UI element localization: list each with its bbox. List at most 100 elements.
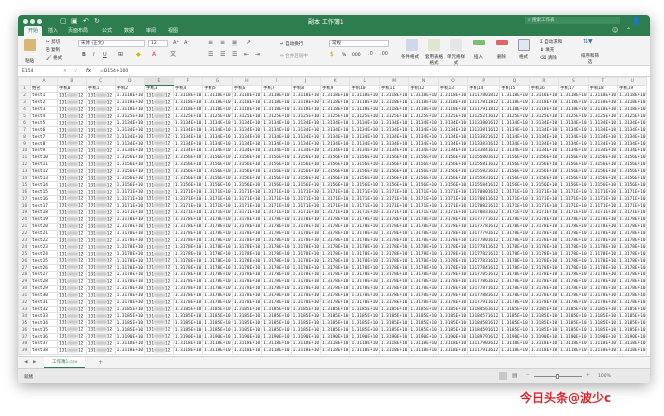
cell[interactable]: 1.3156E+10 bbox=[408, 153, 439, 162]
cell[interactable]: 1.3156E+10 bbox=[558, 153, 589, 162]
cell[interactable]: 1.3178E+10 bbox=[408, 257, 439, 266]
cell[interactable]: 131 12 bbox=[144, 188, 174, 197]
cell[interactable]: 1.3185E+10 bbox=[172, 326, 204, 335]
cell[interactable]: 131 12 bbox=[144, 209, 174, 217]
cell[interactable]: 131 12 bbox=[57, 153, 87, 162]
cell[interactable]: 1.3178E+10 bbox=[587, 284, 619, 293]
cell[interactable]: 1.3178E+10 bbox=[349, 257, 380, 266]
cell[interactable]: 1.3178E+10 bbox=[617, 229, 648, 238]
cell[interactable]: 1.3118E+10 bbox=[172, 339, 204, 348]
number-format-select[interactable]: 常规 bbox=[329, 40, 389, 47]
cell[interactable]: 1.3178E+10 bbox=[172, 222, 204, 231]
cell[interactable]: test26 bbox=[30, 264, 58, 273]
cell[interactable]: 1.3185E+10 bbox=[231, 305, 263, 314]
prev-sheet-icon[interactable]: ◀ bbox=[24, 360, 27, 365]
cell[interactable]: 1.3178E+10 bbox=[437, 298, 469, 307]
column-header-J[interactable]: J bbox=[290, 77, 322, 86]
cell[interactable]: 1.3178E+10 bbox=[437, 284, 469, 293]
cell[interactable]: 1.3185E+10 bbox=[290, 326, 322, 335]
cell[interactable]: 1.3178E+10 bbox=[231, 264, 263, 273]
cell[interactable]: 1.3134E+10 bbox=[528, 119, 560, 128]
cell[interactable]: 1.3156E+10 bbox=[172, 174, 204, 183]
sheet-tab-active[interactable]: 工作簿1.csv bbox=[44, 357, 86, 368]
row-header[interactable]: 20 bbox=[18, 215, 31, 224]
insert-cells-icon[interactable] bbox=[473, 40, 485, 45]
cell[interactable]: 1.3156E+10 bbox=[558, 174, 589, 183]
cell[interactable]: 1.3118E+10 bbox=[378, 339, 410, 348]
cell[interactable]: 13184571612 bbox=[467, 312, 501, 321]
cell[interactable]: test9 bbox=[30, 147, 58, 155]
cell[interactable]: 1.3178E+10 bbox=[558, 236, 589, 245]
cell[interactable]: 131 12 bbox=[144, 160, 174, 169]
cell[interactable]: 1.3118E+10 bbox=[378, 105, 410, 114]
column-header-H[interactable]: H bbox=[231, 77, 263, 86]
cell[interactable]: 1.3118E+10 bbox=[617, 346, 648, 355]
cell[interactable]: 1.3118E+10 bbox=[114, 91, 146, 100]
cell[interactable]: 1.3178E+10 bbox=[558, 271, 589, 279]
cell[interactable]: 1.3125E+10 bbox=[349, 112, 380, 121]
cell[interactable]: 1.3178E+10 bbox=[617, 264, 648, 273]
cell[interactable]: 131 12 bbox=[85, 305, 116, 314]
cell[interactable]: 131 12 bbox=[144, 236, 174, 245]
cell[interactable]: 1.3178E+10 bbox=[528, 264, 560, 273]
cell[interactable]: 1.3118E+10 bbox=[587, 98, 619, 107]
phonetic-icon[interactable]: 文 bbox=[170, 52, 176, 58]
search-sheet-input[interactable]: ⌕ 搜索工作表 bbox=[525, 17, 620, 24]
cell[interactable]: test25 bbox=[30, 257, 58, 266]
cell[interactable]: 1.3156E+10 bbox=[349, 160, 380, 169]
cell[interactable]: 1.3178E+10 bbox=[349, 291, 380, 300]
decrease-indent-icon[interactable]: ⇤ bbox=[244, 52, 249, 58]
cell[interactable]: 1.3178E+10 bbox=[202, 243, 233, 252]
zoom-in-button[interactable]: + bbox=[586, 373, 590, 378]
cell[interactable]: 1.3185E+10 bbox=[261, 312, 292, 321]
cell[interactable]: 1.3178E+10 bbox=[114, 257, 146, 266]
cell[interactable]: 1.3134E+10 bbox=[408, 140, 439, 149]
cell[interactable]: 1.3178E+10 bbox=[499, 257, 530, 266]
cell[interactable]: 1.3171E+10 bbox=[528, 202, 560, 211]
cell[interactable]: 131 12 bbox=[85, 202, 116, 211]
cell[interactable]: 1.3171E+10 bbox=[172, 188, 204, 197]
cell[interactable]: 1.3185E+10 bbox=[587, 312, 619, 321]
cell[interactable]: 1.3178E+10 bbox=[261, 298, 292, 307]
cell[interactable]: 1.3171E+10 bbox=[261, 188, 292, 197]
cell[interactable]: 1.3178E+10 bbox=[437, 236, 469, 245]
cell[interactable]: 131 12 bbox=[57, 174, 87, 183]
cell[interactable]: 1.3185E+10 bbox=[320, 305, 351, 314]
cell[interactable]: 1.3185E+10 bbox=[587, 305, 619, 314]
column-header-E[interactable]: E bbox=[144, 77, 174, 86]
cell[interactable]: 1.3178E+10 bbox=[499, 271, 530, 279]
cell[interactable]: 1.3178E+10 bbox=[172, 215, 204, 224]
cell[interactable]: 1.3178E+10 bbox=[617, 257, 648, 266]
cell[interactable]: 131 12 bbox=[85, 326, 116, 335]
cell[interactable]: 131 12 bbox=[85, 153, 116, 162]
cell[interactable]: test27 bbox=[30, 271, 58, 279]
cell[interactable]: 13155841612 bbox=[467, 181, 501, 190]
cell[interactable]: 1.3178E+10 bbox=[349, 229, 380, 238]
cell[interactable]: 13177781612 bbox=[467, 222, 501, 231]
cell[interactable]: 1.3171E+10 bbox=[320, 188, 351, 197]
cell[interactable]: 1.3178E+10 bbox=[587, 277, 619, 286]
cell[interactable]: 1.3178E+10 bbox=[437, 277, 469, 286]
cell[interactable]: 1.3118E+10 bbox=[499, 105, 530, 114]
cell[interactable]: 1.3185E+10 bbox=[114, 312, 146, 321]
align-left-icon[interactable]: ☰ bbox=[208, 52, 213, 58]
column-header-D[interactable]: D bbox=[114, 77, 146, 86]
cell[interactable]: 1.3134E+10 bbox=[114, 126, 146, 135]
cell[interactable]: 1.3134E+10 bbox=[231, 126, 263, 135]
cell[interactable]: 1.3118E+10 bbox=[114, 105, 146, 114]
cell[interactable]: 1.3185E+10 bbox=[437, 326, 469, 335]
cell[interactable]: 131 12 bbox=[85, 236, 116, 245]
cell[interactable]: 1.3190E+10 bbox=[261, 333, 292, 341]
cell[interactable]: 1.3178E+10 bbox=[528, 215, 560, 224]
cell[interactable]: 1.3190E+10 bbox=[408, 333, 439, 341]
cell[interactable]: 131 12 bbox=[144, 215, 174, 224]
cell[interactable]: 1.3178E+10 bbox=[558, 284, 589, 293]
cell[interactable]: 1.3118E+10 bbox=[231, 339, 263, 348]
cell[interactable]: 1.3185E+10 bbox=[437, 319, 469, 328]
cell[interactable]: 1.3185E+10 bbox=[558, 312, 589, 321]
cell[interactable]: 1.3178E+10 bbox=[290, 271, 322, 279]
cell[interactable]: 1.3134E+10 bbox=[499, 140, 530, 149]
cell[interactable]: 13133821612 bbox=[467, 133, 501, 142]
cell[interactable]: 手机1 bbox=[85, 85, 116, 93]
cell[interactable]: 131 12 bbox=[85, 126, 116, 135]
